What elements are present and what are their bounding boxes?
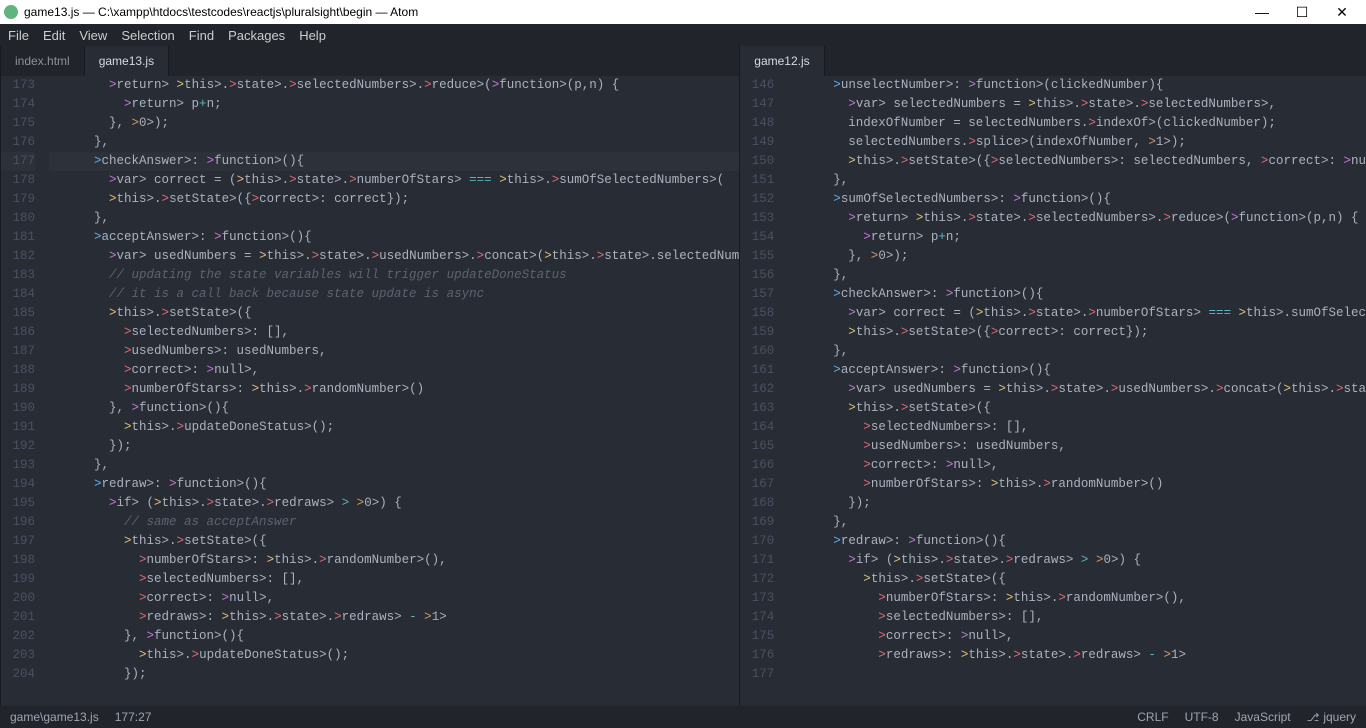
minimize-button[interactable]: —: [1250, 4, 1274, 21]
left-editor[interactable]: 1731741751761771781791801811821831841851…: [1, 76, 739, 706]
status-utf-8[interactable]: UTF-8: [1185, 710, 1219, 724]
left-tabs: index.htmlgame13.js: [1, 46, 739, 76]
tab-game13-js[interactable]: game13.js: [85, 46, 169, 76]
left-pane: index.htmlgame13.js 17317417517617717817…: [0, 46, 739, 706]
tab-game12-js[interactable]: game12.js: [740, 46, 824, 76]
right-tabs: game12.js: [740, 46, 1366, 76]
menu-edit[interactable]: Edit: [43, 28, 65, 43]
right-gutter: 1461471481491501511521531541551561571581…: [740, 76, 784, 706]
menu-find[interactable]: Find: [189, 28, 214, 43]
close-button[interactable]: ✕: [1330, 4, 1354, 21]
right-editor[interactable]: 1461471481491501511521531541551561571581…: [740, 76, 1366, 706]
right-code[interactable]: >unselectNumber>: >function>(clickedNumb…: [784, 76, 1366, 706]
workspace: ▾begin▸counter▸data▾gamegame.cssgame1.js…: [0, 46, 1366, 706]
tab-index-html[interactable]: index.html: [1, 46, 85, 76]
statusbar: game\game13.js 177:27 CRLF UTF-8 JavaScript…: [0, 706, 1366, 728]
left-code[interactable]: >return> >this>.>state>.>selectedNumbers…: [45, 76, 739, 706]
status-jquery[interactable]: jquery: [1307, 710, 1356, 724]
menu-file[interactable]: File: [8, 28, 29, 43]
maximize-button[interactable]: ☐: [1290, 4, 1314, 21]
window-title: game13.js — C:\xampp\htdocs\testcodes\re…: [24, 5, 418, 19]
menu-help[interactable]: Help: [299, 28, 326, 43]
status-177-27[interactable]: 177:27: [115, 710, 152, 724]
menu-view[interactable]: View: [79, 28, 107, 43]
status-game-game13-js[interactable]: game\game13.js: [10, 710, 99, 724]
left-gutter: 1731741751761771781791801811821831841851…: [1, 76, 45, 706]
titlebar: game13.js — C:\xampp\htdocs\testcodes\re…: [0, 0, 1366, 24]
status-javascript[interactable]: JavaScript: [1235, 710, 1291, 724]
menubar: File Edit View Selection Find Packages Help: [0, 24, 1366, 46]
menu-selection[interactable]: Selection: [121, 28, 174, 43]
status-crlf[interactable]: CRLF: [1137, 710, 1168, 724]
editor-panes: index.htmlgame13.js 17317417517617717817…: [0, 46, 1366, 706]
app-icon: [4, 5, 18, 19]
menu-packages[interactable]: Packages: [228, 28, 285, 43]
right-pane: game12.js 146147148149150151152153154155…: [739, 46, 1366, 706]
